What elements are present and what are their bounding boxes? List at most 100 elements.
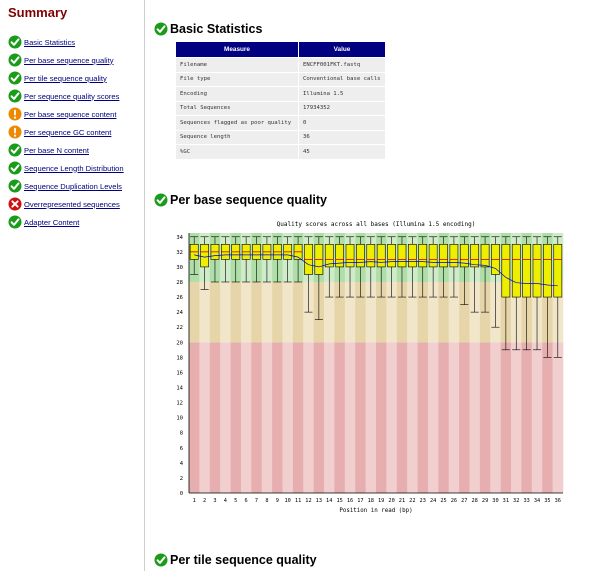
measure-cell: Filename	[175, 57, 299, 73]
quartile-box	[553, 244, 563, 298]
measure-cell: Sequences flagged as poor quality	[175, 115, 299, 131]
x-tick-label: 30	[492, 498, 498, 504]
summary-item: Basic Statistics	[8, 33, 124, 51]
y-tick-label: 16	[176, 370, 183, 376]
x-axis-label: Position in read (bp)	[339, 508, 412, 514]
x-tick-label: 31	[503, 498, 509, 504]
quartile-box	[480, 244, 490, 268]
y-tick-label: 6	[180, 446, 183, 452]
summary-item: Per base sequence quality	[8, 51, 124, 69]
x-tick-label: 19	[378, 498, 384, 504]
quality-zone	[220, 342, 231, 493]
x-tick-label: 18	[368, 498, 374, 504]
summary-link[interactable]: Per tile sequence quality	[24, 74, 107, 83]
quality-zone	[261, 342, 273, 493]
per-tile-quality-header: Per tile sequence quality	[154, 553, 317, 567]
x-tick-label: 17	[357, 498, 363, 504]
x-tick-label: 8	[265, 498, 268, 504]
quartile-box	[397, 244, 407, 268]
pass-icon	[8, 143, 22, 157]
summary-link[interactable]: Per sequence GC content	[24, 128, 111, 137]
y-tick-label: 4	[180, 461, 184, 467]
summary-link[interactable]: Per base N content	[24, 146, 89, 155]
quartile-box	[449, 244, 459, 268]
warn-icon	[8, 125, 22, 139]
x-tick-label: 23	[420, 498, 426, 504]
x-tick-label: 14	[326, 498, 332, 504]
y-tick-label: 0	[180, 491, 183, 497]
pass-icon	[8, 71, 22, 85]
pass-icon	[8, 89, 22, 103]
quality-zone	[448, 342, 460, 493]
summary-link[interactable]: Sequence Duplication Levels	[24, 182, 122, 191]
warn-icon	[8, 107, 22, 121]
quartile-box	[501, 244, 511, 298]
table-row: Encoding Illumina 1.5	[175, 86, 386, 102]
pass-icon	[154, 553, 168, 567]
pass-icon	[8, 35, 22, 49]
quartile-box	[366, 244, 376, 268]
y-tick-label: 18	[176, 355, 183, 361]
x-tick-label: 10	[284, 498, 290, 504]
quality-zone	[199, 342, 211, 493]
summary-item: Per tile sequence quality	[8, 69, 124, 87]
quality-zone	[427, 342, 439, 493]
pass-icon	[8, 53, 22, 67]
measure-cell: Encoding	[175, 86, 299, 102]
quartile-box	[522, 244, 531, 298]
y-tick-label: 20	[176, 340, 183, 346]
quality-zone	[479, 342, 491, 493]
quality-zone	[334, 342, 346, 493]
quality-zone	[230, 342, 242, 493]
per-base-quality-title: Per base sequence quality	[170, 193, 328, 207]
y-tick-label: 24	[176, 310, 183, 316]
summary-link[interactable]: Sequence Length Distribution	[24, 164, 124, 173]
quartile-box	[532, 244, 542, 298]
per-base-quality-header: Per base sequence quality	[154, 193, 327, 207]
summary-link[interactable]: Per sequence quality scores	[24, 92, 119, 101]
summary-item: Per sequence GC content	[8, 123, 124, 141]
measure-cell: Total Sequences	[175, 100, 299, 116]
value-cell: Conventional base calls	[298, 71, 386, 87]
summary-link[interactable]: Per base sequence quality	[24, 56, 114, 65]
summary-link[interactable]: Basic Statistics	[24, 38, 75, 47]
x-tick-label: 9	[276, 498, 279, 504]
summary-link[interactable]: Adapter Content	[24, 218, 79, 227]
x-tick-label: 22	[409, 498, 415, 504]
quartile-box	[418, 244, 428, 268]
chart-title: Quality scores across all bases (Illumin…	[277, 221, 476, 228]
measure-cell: File type	[175, 71, 299, 87]
summary-link[interactable]: Per base sequence content	[24, 110, 116, 119]
summary-item: Per base sequence content	[8, 105, 124, 123]
quality-zone	[230, 281, 242, 343]
quality-zone	[552, 342, 564, 493]
y-tick-label: 34	[176, 235, 183, 241]
quality-zone	[417, 342, 429, 493]
x-tick-label: 27	[461, 498, 467, 504]
summary-item: Adapter Content	[8, 213, 124, 231]
table-row: %GC 45	[175, 144, 386, 160]
quality-zone	[189, 342, 200, 493]
x-tick-label: 29	[482, 498, 488, 504]
per-tile-quality-title: Per tile sequence quality	[170, 553, 317, 567]
x-tick-label: 36	[555, 498, 561, 504]
value-cell: 0	[298, 115, 386, 131]
value-column-header: Value	[298, 41, 386, 58]
x-tick-label: 4	[224, 498, 227, 504]
y-tick-label: 32	[176, 250, 183, 256]
pass-icon	[8, 161, 22, 175]
quality-zone	[531, 342, 543, 493]
value-cell: 17934352	[298, 100, 386, 116]
pass-icon	[8, 215, 22, 229]
quality-zone	[292, 281, 304, 343]
summary-link[interactable]: Overrepresented sequences	[24, 200, 120, 209]
quartile-box	[356, 244, 365, 268]
quality-zone	[209, 281, 221, 343]
x-tick-label: 15	[336, 498, 342, 504]
quartile-box	[470, 244, 480, 268]
summary-item: Per sequence quality scores	[8, 87, 124, 105]
quality-zone	[282, 342, 294, 493]
x-tick-label: 12	[305, 498, 311, 504]
quality-zone	[272, 342, 283, 493]
quartile-box	[408, 244, 417, 268]
